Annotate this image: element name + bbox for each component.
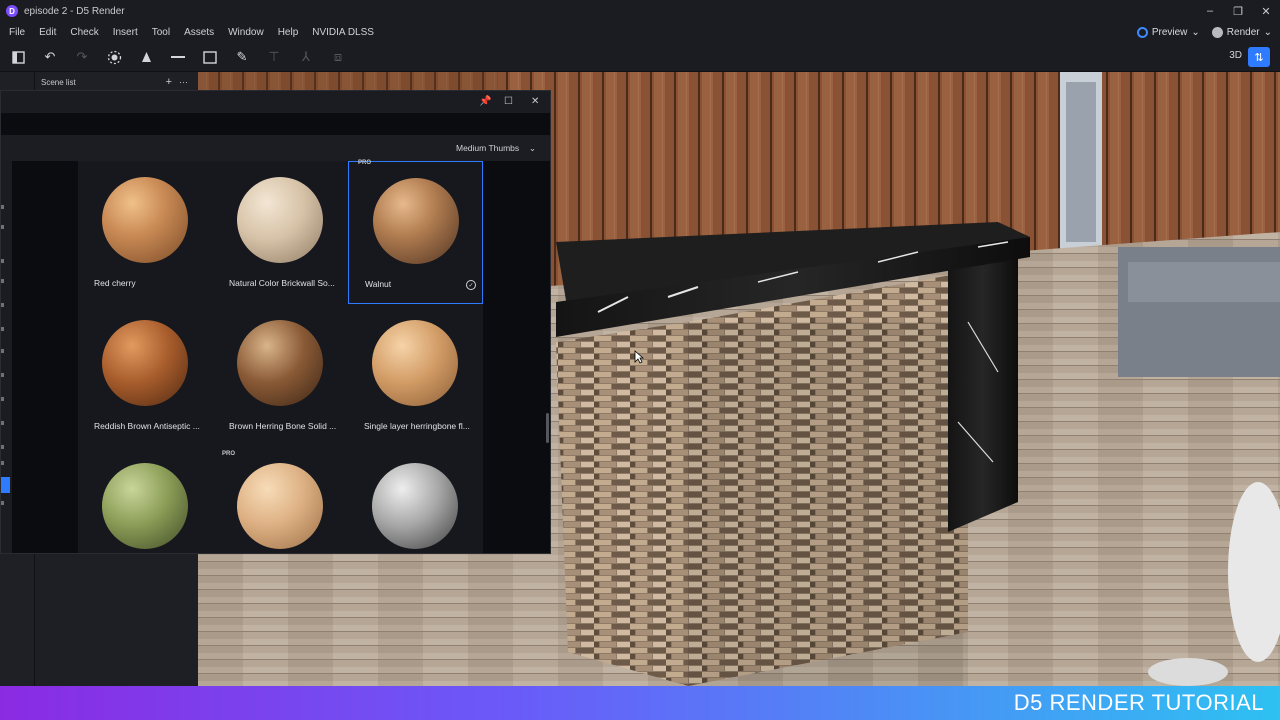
close-window-button[interactable]: ✕ (1252, 0, 1280, 22)
restore-button[interactable]: ❐ (1224, 0, 1252, 22)
material-preview (372, 320, 458, 406)
scene-list-header: Scene list + ··· (35, 72, 200, 92)
menu-edit[interactable]: Edit (32, 27, 63, 38)
axis-icon[interactable]: ⅄ (298, 49, 314, 65)
menu-tool[interactable]: Tool (145, 27, 177, 38)
more-options-icon[interactable]: ··· (179, 77, 188, 87)
scene-list-label: Scene list (41, 77, 76, 87)
view-mode-3d[interactable]: 3D (1229, 50, 1242, 61)
grid-gutter (12, 161, 78, 553)
menu-check[interactable]: Check (63, 27, 105, 38)
render-controls: Preview ⌄ Render ⌄ (1136, 22, 1272, 42)
check-icon: ✓ (466, 280, 476, 290)
material-tile[interactable]: Single layer herringbone fl... (348, 304, 483, 447)
material-name: Reddish Brown Antiseptic ... (94, 421, 200, 431)
menu-file[interactable]: File (0, 27, 32, 38)
material-name: Natural Color Brickwall So... (229, 278, 335, 288)
material-preview (237, 177, 323, 263)
material-name: Single layer herringbone fl... (364, 421, 470, 431)
toolbar: ↶ ↷ ✎ ⊤ ⅄ ⧈ 3D ⇅ (0, 42, 1280, 72)
eyedropper-icon[interactable]: ✎ (234, 49, 250, 65)
category-active-indicator (1, 477, 10, 493)
walk-mode-button[interactable]: ⇅ (1248, 47, 1270, 67)
pro-badge: PRO (358, 160, 372, 166)
menu-window[interactable]: Window (221, 27, 271, 38)
scrollbar[interactable] (546, 413, 549, 443)
thumb-size-select[interactable]: Medium Thumbs ⌄ (450, 139, 542, 157)
chevron-down-icon: ⌄ (1263, 26, 1272, 38)
title-bar: D episode 2 - D5 Render – ❐ ✕ (0, 0, 1280, 22)
menu-assets[interactable]: Assets (177, 27, 221, 38)
rectangle-icon[interactable] (202, 49, 218, 65)
material-preview (237, 320, 323, 406)
redo-icon[interactable]: ↷ (74, 49, 90, 65)
material-grid: Red cherry Natural Color Brickwall So...… (78, 160, 483, 553)
material-preview (102, 177, 188, 263)
panel-search-bar (1, 113, 550, 135)
app-logo-icon: D (6, 5, 18, 17)
menu-insert[interactable]: Insert (106, 27, 145, 38)
material-name: Walnut (365, 279, 392, 289)
material-preview (372, 463, 458, 549)
paint-icon[interactable]: ⊤ (266, 49, 282, 65)
material-tile[interactable]: PRO (213, 447, 348, 553)
panel-header: 📌 ☐ ✕ (1, 91, 550, 113)
material-preview (102, 320, 188, 406)
menu-help[interactable]: Help (271, 27, 306, 38)
chevron-down-icon: ⌄ (1191, 26, 1200, 38)
material-preview (102, 463, 188, 549)
category-strip[interactable] (1, 161, 12, 553)
chevron-down-icon: ⌄ (528, 142, 536, 153)
preview-dropdown[interactable]: Preview (1152, 27, 1188, 38)
frame-icon[interactable]: ⧈ (330, 49, 346, 65)
material-preview (237, 463, 323, 549)
mouse-cursor-icon (634, 350, 644, 364)
undo-icon[interactable]: ↶ (42, 49, 58, 65)
minimize-button[interactable]: – (1196, 0, 1224, 22)
material-tile[interactable] (348, 447, 483, 553)
material-tile[interactable] (78, 447, 213, 553)
material-tile[interactable]: Reddish Brown Antiseptic ... (78, 304, 213, 447)
material-library-panel: 📌 ☐ ✕ Medium Thumbs ⌄ Red cherry Natural… (0, 90, 551, 554)
material-name: Red cherry (94, 278, 136, 288)
grid-gutter (483, 161, 550, 553)
light-icon[interactable] (138, 49, 154, 65)
render-dropdown[interactable]: Render (1227, 27, 1260, 38)
preview-status-icon (1136, 26, 1148, 38)
gear-icon[interactable] (1211, 26, 1223, 38)
pro-badge: PRO (222, 451, 236, 457)
close-icon[interactable]: ✕ (531, 96, 539, 107)
material-tile-selected[interactable]: PRO Walnut ✓ (348, 160, 483, 304)
material-tile[interactable]: Natural Color Brickwall So... (213, 161, 348, 304)
add-scene-icon[interactable]: + (166, 76, 172, 88)
material-tile[interactable]: Red cherry (78, 161, 213, 304)
menu-nvidia-dlss[interactable]: NVIDIA DLSS (305, 27, 381, 38)
tutorial-banner: D5 RENDER TUTORIAL (0, 686, 1280, 720)
line-icon[interactable] (170, 49, 186, 65)
panel-sort-bar: Medium Thumbs ⌄ (1, 135, 550, 161)
window-title: episode 2 - D5 Render (24, 5, 125, 17)
material-tile[interactable]: Brown Herring Bone Solid ... (213, 304, 348, 447)
panel-toggle-icon[interactable] (10, 49, 26, 65)
menu-bar: File Edit Check Insert Tool Assets Windo… (0, 22, 1280, 42)
thumb-size-label: Medium Thumbs (456, 143, 520, 153)
material-preview (373, 178, 459, 264)
maximize-icon[interactable]: ☐ (504, 96, 513, 107)
window-controls: – ❐ ✕ (1196, 0, 1280, 22)
material-name: Brown Herring Bone Solid ... (229, 421, 337, 431)
banner-title: D5 RENDER TUTORIAL (1013, 690, 1264, 715)
pin-icon[interactable]: 📌 (479, 96, 491, 107)
select-gizmo-icon[interactable] (106, 49, 122, 65)
